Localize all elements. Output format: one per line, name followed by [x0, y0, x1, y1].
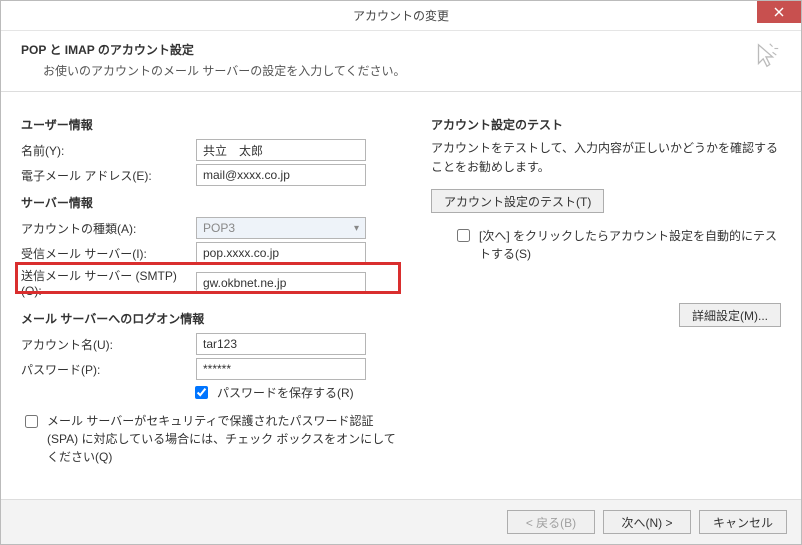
header-text: POP と IMAP のアカウント設定 お使いのアカウントのメール サーバーの設…: [21, 41, 406, 79]
section-test: アカウント設定のテスト: [431, 116, 781, 133]
checkbox-save-password[interactable]: [195, 386, 208, 399]
checkbox-auto-test[interactable]: [457, 229, 470, 242]
label-name: 名前(Y):: [21, 142, 196, 159]
row-account: アカウント名(U):: [21, 333, 401, 355]
cursor-icon: [751, 41, 781, 74]
details-button[interactable]: 詳細設定(M)...: [679, 303, 781, 327]
row-password: パスワード(P):: [21, 358, 401, 380]
header: POP と IMAP のアカウント設定 お使いのアカウントのメール サーバーの設…: [1, 31, 801, 92]
input-password[interactable]: [196, 358, 366, 380]
row-auto-test: [次へ] をクリックしたらアカウント設定を自動的にテストする(S): [453, 227, 781, 263]
label-account: アカウント名(U):: [21, 336, 196, 353]
dialog-window: アカウントの変更 POP と IMAP のアカウント設定 お使いのアカウントのメ…: [0, 0, 802, 545]
titlebar: アカウントの変更: [1, 1, 801, 31]
test-desc: アカウントをテストして、入力内容が正しいかどうかを確認することをお勧めします。: [431, 139, 781, 177]
row-spa: メール サーバーがセキュリティで保護されたパスワード認証 (SPA) に対応して…: [21, 412, 401, 466]
label-email: 電子メール アドレス(E):: [21, 167, 196, 184]
label-auto-test: [次へ] をクリックしたらアカウント設定を自動的にテストする(S): [479, 227, 781, 263]
right-column: アカウント設定のテスト アカウントをテストして、入力内容が正しいかどうかを確認す…: [431, 108, 781, 489]
label-save-password: パスワードを保存する(R): [217, 384, 354, 401]
row-incoming: 受信メール サーバー(I):: [21, 242, 401, 264]
row-name: 名前(Y):: [21, 139, 401, 161]
label-password: パスワード(P):: [21, 361, 196, 378]
left-column: ユーザー情報 名前(Y): 電子メール アドレス(E): サーバー情報 アカウン…: [21, 108, 401, 489]
row-email: 電子メール アドレス(E):: [21, 164, 401, 186]
select-account-type: POP3 ▾: [196, 217, 366, 239]
window-title: アカウントの変更: [353, 7, 449, 24]
row-account-type: アカウントの種類(A): POP3 ▾: [21, 217, 401, 239]
input-email[interactable]: [196, 164, 366, 186]
input-outgoing[interactable]: [196, 272, 366, 294]
footer: < 戻る(B) 次へ(N) > キャンセル: [1, 499, 801, 544]
label-outgoing: 送信メール サーバー (SMTP)(O):: [21, 267, 196, 298]
section-server-info: サーバー情報: [21, 194, 401, 211]
section-logon-info: メール サーバーへのログオン情報: [21, 310, 401, 327]
close-button[interactable]: [757, 1, 801, 23]
label-account-type: アカウントの種類(A):: [21, 220, 196, 237]
row-save-password: パスワードを保存する(R): [191, 383, 401, 402]
cancel-button[interactable]: キャンセル: [699, 510, 787, 534]
back-button: < 戻る(B): [507, 510, 595, 534]
input-name[interactable]: [196, 139, 366, 161]
content: ユーザー情報 名前(Y): 電子メール アドレス(E): サーバー情報 アカウン…: [1, 92, 801, 499]
test-account-button[interactable]: アカウント設定のテスト(T): [431, 189, 604, 213]
label-incoming: 受信メール サーバー(I):: [21, 245, 196, 262]
section-user-info: ユーザー情報: [21, 116, 401, 133]
header-title: POP と IMAP のアカウント設定: [21, 41, 406, 58]
input-incoming[interactable]: [196, 242, 366, 264]
next-button[interactable]: 次へ(N) >: [603, 510, 691, 534]
checkbox-spa[interactable]: [25, 415, 38, 428]
chevron-down-icon: ▾: [354, 223, 359, 234]
row-outgoing: 送信メール サーバー (SMTP)(O):: [21, 267, 401, 298]
close-icon: [774, 5, 784, 20]
input-account[interactable]: [196, 333, 366, 355]
select-account-type-value: POP3: [203, 221, 235, 235]
header-desc: お使いのアカウントのメール サーバーの設定を入力してください。: [43, 62, 406, 79]
label-spa: メール サーバーがセキュリティで保護されたパスワード認証 (SPA) に対応して…: [47, 412, 401, 466]
